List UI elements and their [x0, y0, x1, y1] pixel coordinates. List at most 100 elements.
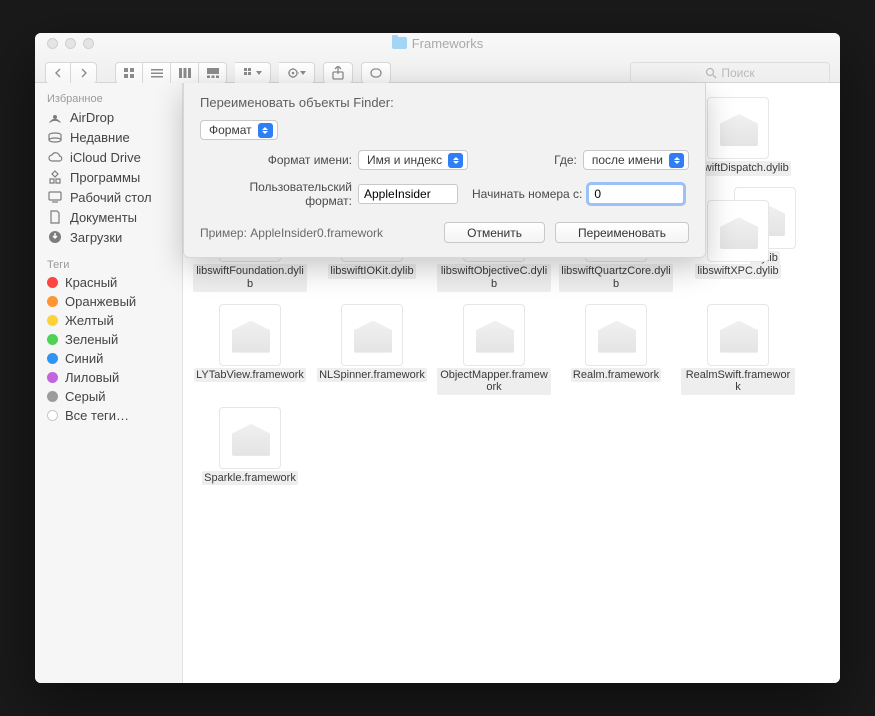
tag-dot-icon: [47, 410, 58, 421]
zoom-dot[interactable]: [83, 38, 94, 49]
view-icons-button[interactable]: [115, 62, 143, 84]
file-item[interactable]: RealmSwift.framework: [679, 300, 797, 399]
cancel-button[interactable]: Отменить: [444, 222, 545, 243]
file-label: Sparkle.framework: [202, 471, 298, 486]
action-segment: [279, 62, 315, 84]
file-item[interactable]: LYTabView.framework: [191, 300, 309, 399]
share-button[interactable]: [323, 62, 353, 84]
search-placeholder: Поиск: [721, 66, 754, 80]
tag-dot-icon: [47, 296, 58, 307]
sidebar-item-label: Рабочий стол: [70, 190, 152, 205]
chevron-updown-icon: [448, 153, 463, 168]
tag-dot-icon: [47, 353, 58, 364]
file-label: Realm.framework: [571, 368, 661, 383]
file-label: RealmSwift.framework: [681, 368, 795, 395]
downloads-icon: [47, 229, 63, 245]
sidebar-item-docs[interactable]: Документы: [35, 207, 182, 227]
rename-sheet: Переименовать объекты Finder: Формат Фор…: [183, 83, 706, 258]
sidebar-item-label: Загрузки: [70, 230, 122, 245]
framework-icon: [463, 304, 525, 366]
nav-buttons: [45, 62, 97, 84]
file-label: LYTabView.framework: [194, 368, 306, 383]
sheet-title: Переименовать объекты Finder:: [200, 95, 689, 110]
view-columns-button[interactable]: [171, 62, 199, 84]
framework-icon: [585, 304, 647, 366]
file-label: libswiftIOKit.dylib: [328, 264, 415, 279]
tag-dot-icon: [47, 391, 58, 402]
name-format-label: Формат имени:: [200, 153, 352, 167]
start-number-input[interactable]: [588, 184, 684, 204]
framework-icon: [707, 97, 769, 159]
forward-button[interactable]: [71, 62, 97, 84]
rename-mode-value: Формат: [209, 123, 252, 137]
icloud-icon: [47, 149, 63, 165]
file-label: NLSpinner.framework: [317, 368, 427, 383]
apps-icon: [47, 169, 63, 185]
action-button[interactable]: [279, 62, 315, 84]
sidebar-item-recent[interactable]: Недавние: [35, 127, 182, 147]
file-label: ObjectMapper.framework: [437, 368, 551, 395]
sidebar-item-label: Все теги…: [65, 408, 129, 423]
group-segment: [235, 62, 271, 84]
example-text: Пример: AppleInsider0.framework: [200, 226, 383, 240]
sidebar-item-icloud[interactable]: iCloud Drive: [35, 147, 182, 167]
view-gallery-button[interactable]: [199, 62, 227, 84]
sidebar-tag-yellow[interactable]: Желтый: [35, 311, 182, 330]
sidebar-item-desktop[interactable]: Рабочий стол: [35, 187, 182, 207]
chevron-updown-icon: [258, 123, 273, 138]
sidebar-tag-all[interactable]: Все теги…: [35, 406, 182, 425]
sidebar-tags-header: Теги: [35, 255, 182, 273]
sidebar-tag-blue[interactable]: Синий: [35, 349, 182, 368]
custom-format-label: Пользовательский формат:: [200, 180, 352, 208]
window-title: Frameworks: [392, 36, 484, 51]
sidebar-tag-red[interactable]: Красный: [35, 273, 182, 292]
close-dot[interactable]: [47, 38, 58, 49]
search-icon: [705, 67, 717, 79]
folder-icon: [392, 37, 407, 49]
sidebar-item-label: Зеленый: [65, 332, 118, 347]
sidebar-item-label: Красный: [65, 275, 117, 290]
sidebar-item-label: AirDrop: [70, 110, 114, 125]
sidebar-item-label: Недавние: [70, 130, 130, 145]
file-label: libswiftFoundation.dylib: [193, 264, 307, 291]
sidebar-item-downloads[interactable]: Загрузки: [35, 227, 182, 247]
minimize-dot[interactable]: [65, 38, 76, 49]
sidebar-tag-green[interactable]: Зеленый: [35, 330, 182, 349]
file-item[interactable]: NLSpinner.framework: [313, 300, 431, 399]
file-label: libswiftObjectiveC.dylib: [437, 264, 551, 291]
sidebar-favorites-header: Избранное: [35, 89, 182, 107]
tag-dot-icon: [47, 334, 58, 345]
back-button[interactable]: [45, 62, 71, 84]
sidebar-tag-orange[interactable]: Оранжевый: [35, 292, 182, 311]
name-format-select[interactable]: Имя и индекс: [358, 150, 468, 170]
file-item[interactable]: Realm.framework: [557, 300, 675, 399]
sidebar: Избранное AirDrop Недавние iCloud DriveПро…: [35, 83, 183, 683]
sidebar-tag-gray[interactable]: Серый: [35, 387, 182, 406]
sidebar-item-airdrop[interactable]: AirDrop: [35, 107, 182, 127]
tag-dot-icon: [47, 315, 58, 326]
file-item[interactable]: Sparkle.framework: [191, 403, 309, 490]
tag-dot-icon: [47, 277, 58, 288]
sidebar-item-label: Синий: [65, 351, 103, 366]
framework-icon: [341, 304, 403, 366]
where-value: после имени: [592, 153, 663, 167]
file-item[interactable]: ObjectMapper.framework: [435, 300, 553, 399]
airdrop-icon: [47, 109, 63, 125]
tag-dot-icon: [47, 372, 58, 383]
tags-button[interactable]: [361, 62, 391, 84]
arrange-button[interactable]: [235, 62, 271, 84]
view-list-button[interactable]: [143, 62, 171, 84]
framework-icon: [219, 407, 281, 469]
rename-mode-select[interactable]: Формат: [200, 120, 278, 140]
sidebar-item-label: Документы: [70, 210, 137, 225]
window-title-text: Frameworks: [412, 36, 484, 51]
where-select[interactable]: после имени: [583, 150, 689, 170]
sidebar-tag-purple[interactable]: Лиловый: [35, 368, 182, 387]
rename-button[interactable]: Переименовать: [555, 222, 689, 243]
framework-icon: [707, 304, 769, 366]
sidebar-item-apps[interactable]: Программы: [35, 167, 182, 187]
search-field[interactable]: Поиск: [630, 62, 830, 84]
window-controls[interactable]: [47, 38, 94, 49]
custom-format-input[interactable]: [358, 184, 458, 204]
sidebar-item-label: Желтый: [65, 313, 114, 328]
